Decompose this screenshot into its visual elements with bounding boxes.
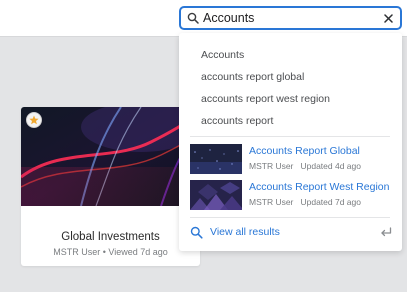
divider [190,217,390,218]
suggestion-item[interactable]: accounts report [201,115,273,127]
view-all-label[interactable]: View all results [210,226,280,238]
result-meta: MSTR User Updated 7d ago [249,197,361,207]
suggestion-item[interactable]: accounts report global [201,71,304,83]
result-owner: MSTR User [249,161,294,171]
dossier-card[interactable]: Global Investments MSTR User • Viewed 7d… [21,107,200,266]
suggestion-item[interactable]: Accounts [201,49,244,61]
card-title: Global Investments [61,231,160,243]
result-thumbnail [190,144,242,174]
search-icon [185,10,201,26]
search-dropdown: Accounts accounts report global accounts… [179,33,402,251]
card-viewed: Viewed 7d ago [108,247,168,257]
star-icon[interactable] [26,112,42,128]
result-updated: Updated 7d ago [300,197,361,207]
result-thumbnail [190,180,242,210]
search-icon [190,226,203,239]
result-owner: MSTR User [249,197,294,207]
result-meta: MSTR User Updated 4d ago [249,161,361,171]
enter-return-icon [381,227,392,237]
result-item[interactable]: Accounts Report West Region MSTR User Up… [190,180,395,212]
divider [190,136,390,137]
result-item[interactable]: Accounts Report Global MSTR User Updated… [190,144,395,176]
search-input[interactable] [201,11,383,25]
result-title[interactable]: Accounts Report Global [249,145,360,157]
view-all-results-link[interactable]: View all results [190,225,392,241]
search-box[interactable] [179,6,402,30]
suggestion-item[interactable]: accounts report west region [201,93,330,105]
card-meta: MSTR User • Viewed 7d ago [21,247,200,257]
card-separator: • [102,247,106,257]
card-thumbnail [21,107,200,206]
close-icon[interactable] [381,11,395,25]
result-title[interactable]: Accounts Report West Region [249,181,389,193]
top-bar [0,0,407,37]
card-owner: MSTR User [53,247,101,257]
result-updated: Updated 4d ago [300,161,361,171]
